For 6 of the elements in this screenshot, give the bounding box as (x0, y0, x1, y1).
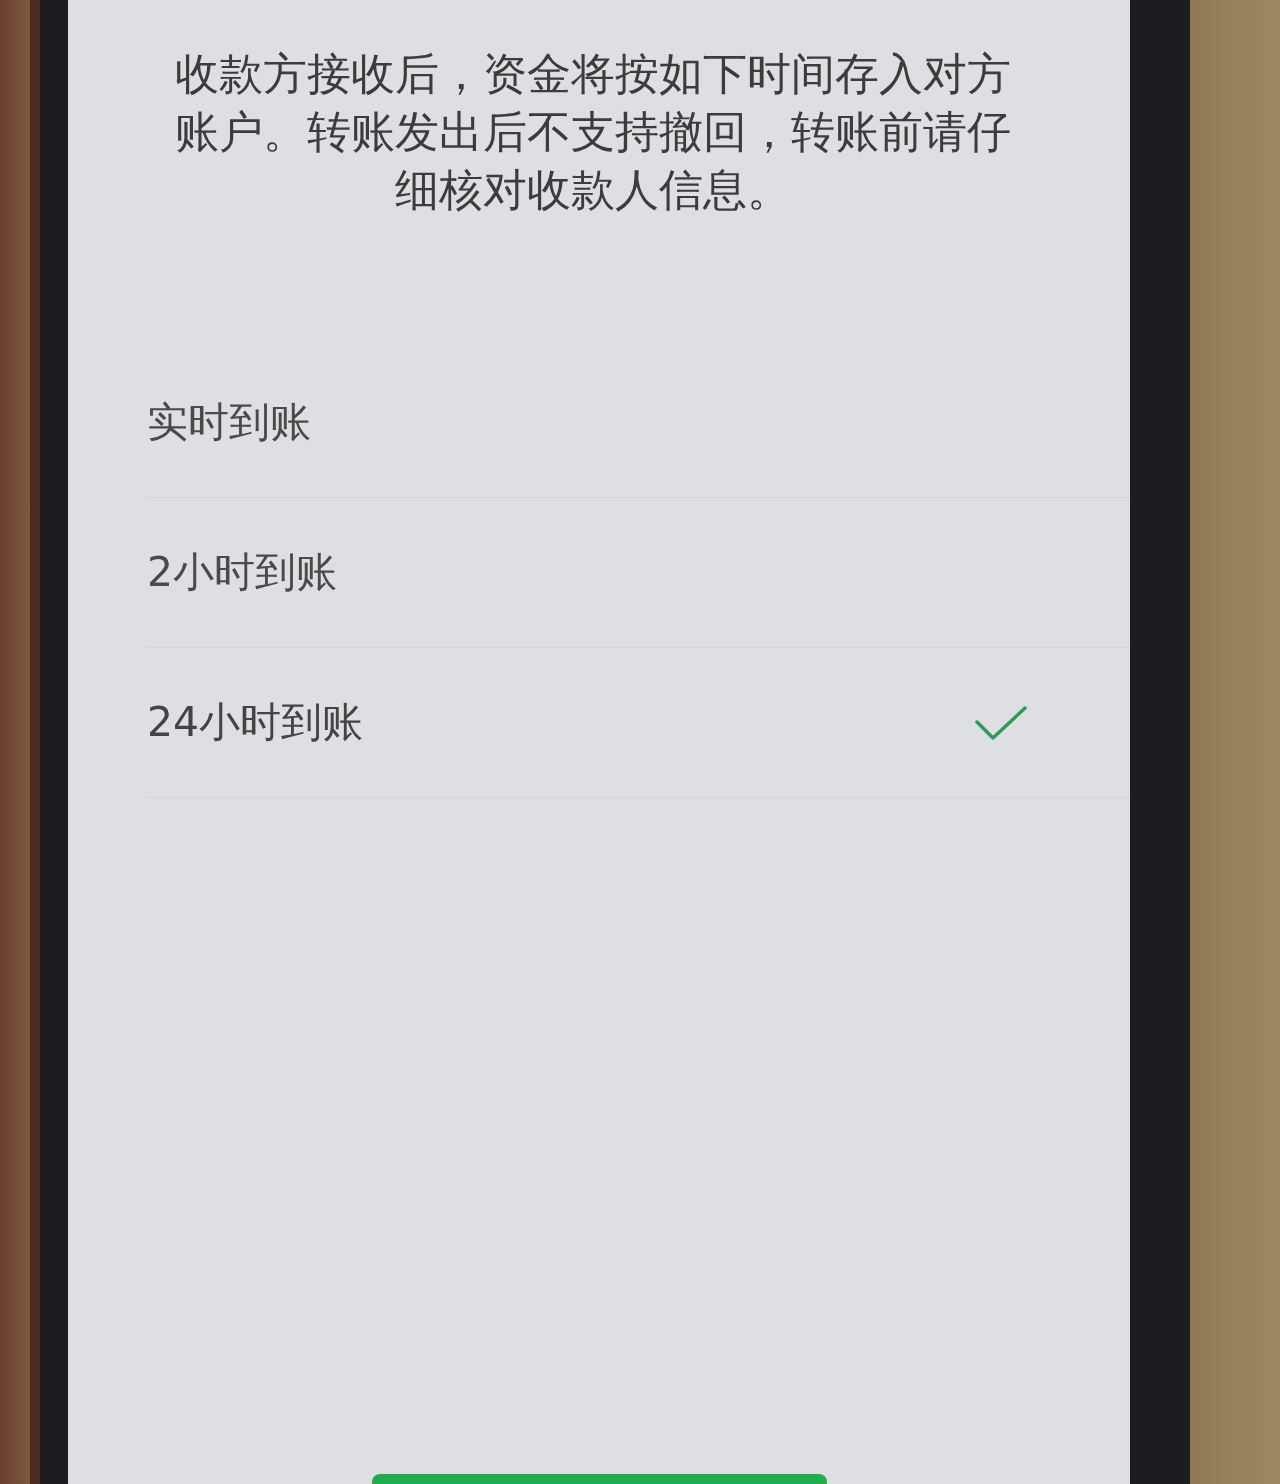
arrival-option[interactable]: 2小时到账 (147, 498, 1130, 648)
arrival-option[interactable]: 实时到账 (147, 348, 1130, 498)
primary-button[interactable] (371, 1474, 827, 1484)
check-icon (975, 705, 1027, 740)
notice-text: 收款方接收后，资金将按如下时间存入对方账户。转账发出后不支持撤回，转账前请仔细核对收款人信息。 (174, 47, 1012, 217)
arrival-option[interactable]: 24小时到账 (147, 648, 1130, 798)
